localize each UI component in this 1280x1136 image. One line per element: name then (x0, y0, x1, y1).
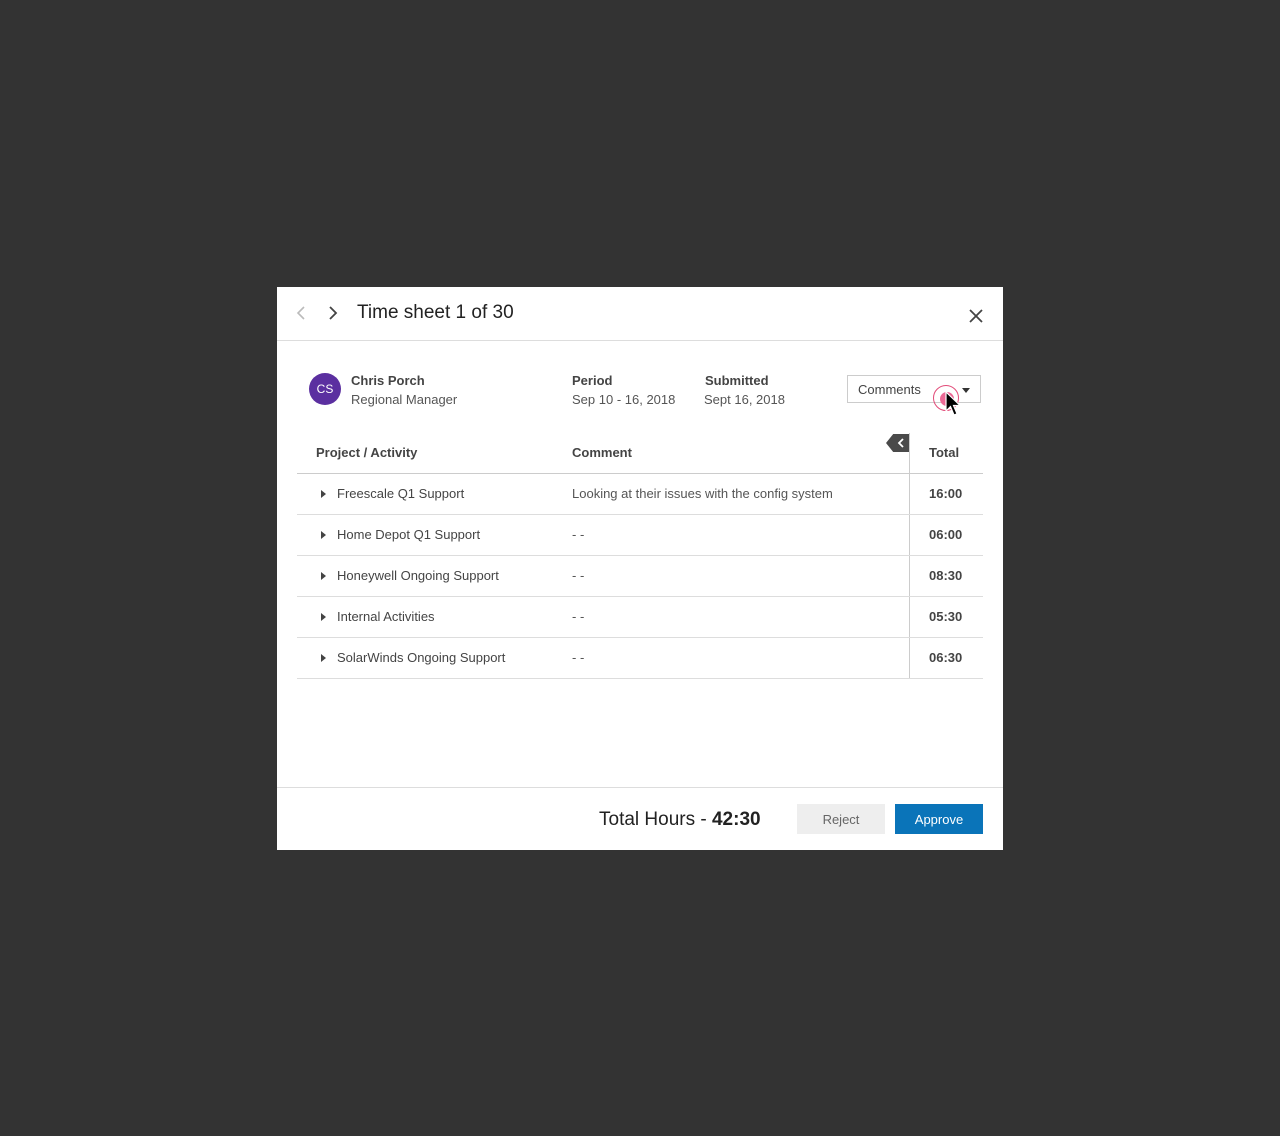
timesheet-table: Project / Activity Comment Total Freesca… (297, 433, 983, 679)
submitted-label: Submitted (705, 373, 769, 388)
row-project: Freescale Q1 Support (337, 486, 465, 501)
user-role: Regional Manager (351, 392, 458, 407)
period-value: Sep 10 - 16, 2018 (572, 392, 676, 407)
mouse-pointer-icon (945, 391, 962, 416)
column-header-comment: Comment (572, 445, 632, 460)
table-row[interactable]: Internal Activities - - 05:30 (297, 597, 983, 638)
column-header-project: Project / Activity (316, 445, 418, 460)
chevron-left-icon (296, 306, 305, 320)
row-comment: - - (572, 568, 585, 583)
table-row[interactable]: Home Depot Q1 Support - - 06:00 (297, 515, 983, 556)
row-project: Internal Activities (337, 609, 435, 624)
column-header-total: Total (929, 445, 960, 460)
row-total: 06:00 (929, 527, 963, 542)
previous-timesheet-button[interactable] (291, 303, 311, 323)
row-total: 16:00 (929, 486, 963, 501)
row-project: Honeywell Ongoing Support (337, 568, 499, 583)
user-name: Chris Porch (351, 373, 425, 388)
avatar: CS (309, 373, 341, 405)
modal-title: Time sheet 1 of 30 (357, 302, 514, 323)
submitted-value: Sept 16, 2018 (704, 392, 785, 407)
close-icon (969, 309, 983, 323)
timesheet-modal: Time sheet 1 of 30 CS Chris Porch Region… (277, 287, 1003, 850)
expand-arrow-icon[interactable] (321, 531, 326, 539)
total-hours-value: 42:30 (711, 809, 761, 830)
approve-button[interactable]: Approve (895, 804, 983, 834)
comments-dropdown-label: Comments (858, 381, 921, 397)
row-total: 08:30 (929, 568, 963, 583)
period-label: Period (572, 373, 613, 388)
row-total: 06:30 (929, 650, 963, 665)
row-comment: - - (572, 650, 585, 665)
chevron-left-icon (897, 438, 904, 448)
expand-arrow-icon[interactable] (321, 613, 326, 621)
expand-arrow-icon[interactable] (321, 572, 326, 580)
close-button[interactable] (965, 305, 987, 327)
chevron-right-icon (329, 306, 338, 320)
row-comment: - - (572, 527, 585, 542)
total-hours-label: Total Hours - (599, 809, 707, 830)
expand-arrow-icon[interactable] (321, 654, 326, 662)
row-comment: - - (572, 609, 585, 624)
total-hours: Total Hours - 42:30 (599, 809, 761, 831)
table-row[interactable]: Freescale Q1 Support Looking at their is… (297, 474, 983, 515)
row-total: 05:30 (929, 609, 963, 624)
modal-header: Time sheet 1 of 30 (277, 287, 1003, 341)
collapse-columns-button[interactable] (886, 434, 910, 452)
table-row[interactable]: SolarWinds Ongoing Support - - 06:30 (297, 638, 983, 679)
expand-arrow-icon[interactable] (321, 490, 326, 498)
modal-footer: Total Hours - 42:30 Reject Approve (277, 787, 1003, 851)
table-row[interactable]: Honeywell Ongoing Support - - 08:30 (297, 556, 983, 597)
row-project: SolarWinds Ongoing Support (337, 650, 506, 665)
next-timesheet-button[interactable] (323, 303, 343, 323)
row-project: Home Depot Q1 Support (337, 527, 481, 542)
table-header: Project / Activity Comment Total (297, 433, 983, 474)
reject-button[interactable]: Reject (797, 804, 885, 834)
row-comment: Looking at their issues with the config … (572, 486, 833, 501)
caret-down-icon (962, 388, 970, 393)
